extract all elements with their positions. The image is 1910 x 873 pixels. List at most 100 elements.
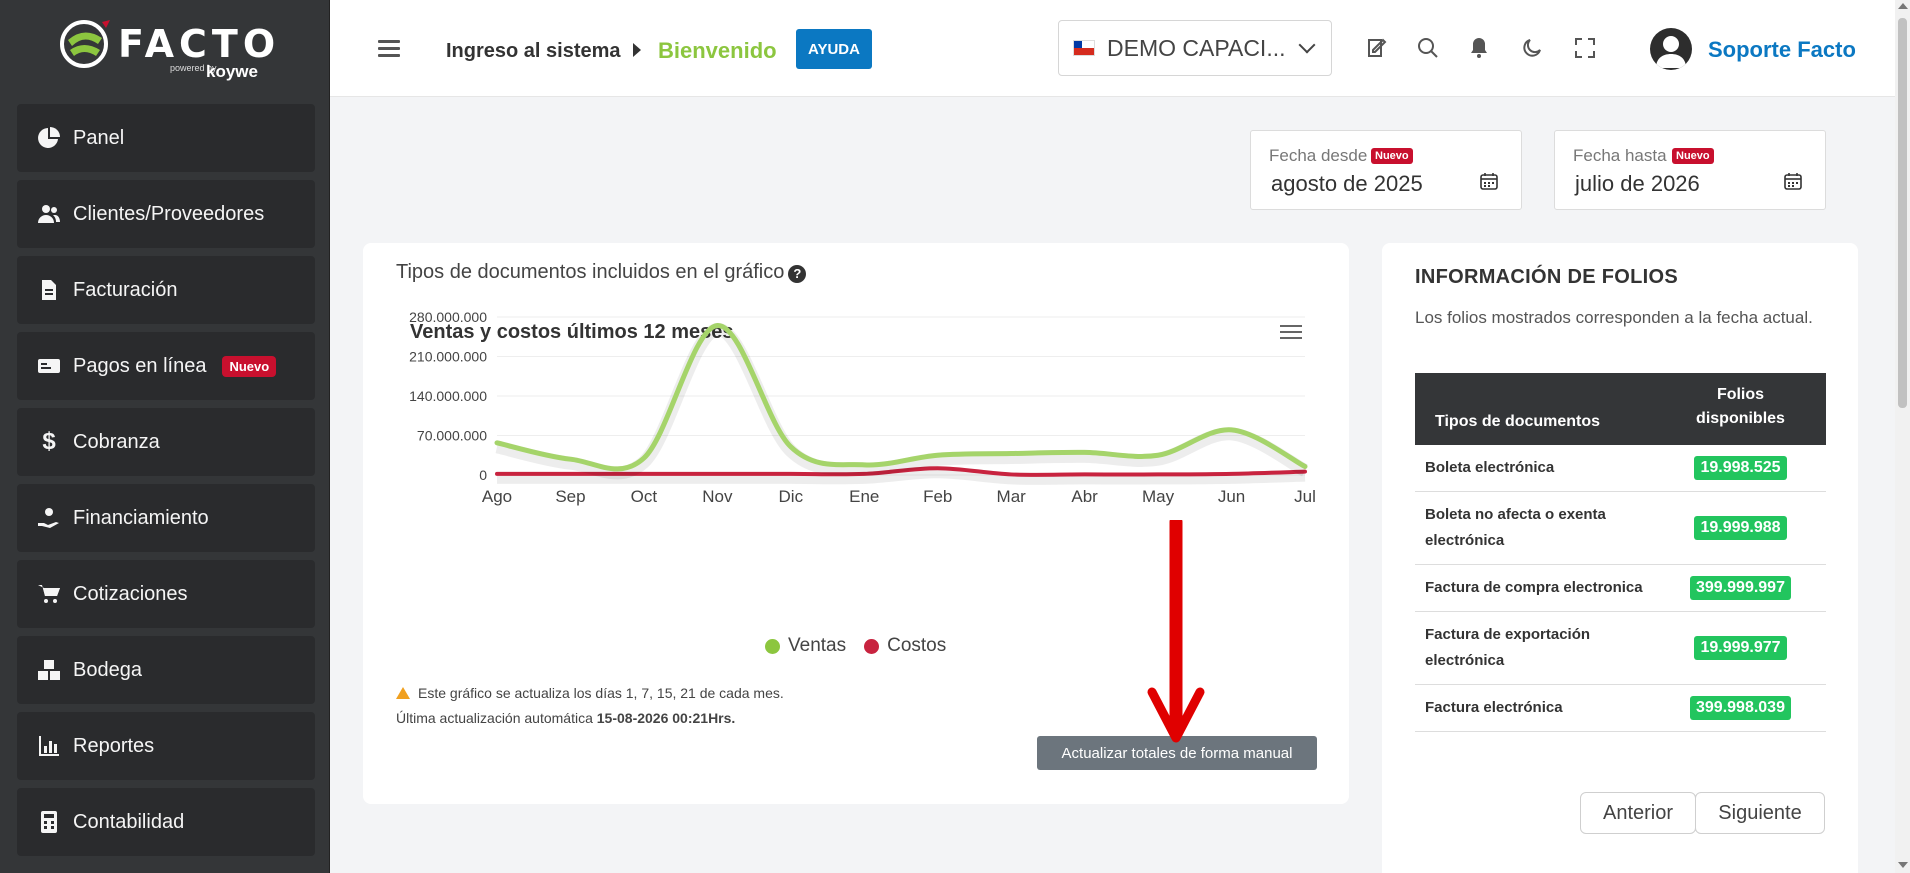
folio-doc-type: Factura de compra electronica: [1415, 564, 1655, 612]
bar-chart-icon: [35, 732, 63, 760]
y-tick-label: 210.000.000: [409, 349, 487, 365]
y-tick-label: 140.000.000: [409, 388, 487, 404]
folio-available-badge: 19.999.988: [1694, 516, 1787, 540]
sidebar-item-bodega[interactable]: Bodega: [17, 636, 315, 704]
calendar-icon[interactable]: [1479, 171, 1499, 191]
sidebar-item-pagos[interactable]: Pagos en línea Nuevo: [17, 332, 315, 400]
x-tick-label: May: [1142, 487, 1175, 506]
x-tick-label: Oct: [631, 487, 658, 506]
date-from-label: Fecha desde: [1269, 146, 1368, 165]
legend-dot: [765, 638, 780, 654]
table-row: Factura de compra electronica 399.999.997: [1415, 564, 1826, 612]
next-page-button[interactable]: Siguiente: [1695, 792, 1825, 834]
sidebar-item-cotizaciones[interactable]: Cotizaciones: [17, 560, 315, 628]
y-tick-label: 0: [479, 467, 487, 483]
facto-logo[interactable]: FACTO powered by koywe: [58, 16, 278, 86]
x-tick-label: Sep: [555, 487, 585, 506]
series-line-ventas: [494, 322, 1308, 472]
folios-table-body: Boleta electrónica 19.998.525 Boleta no af…: [1415, 445, 1826, 732]
sidebar-item-reportes[interactable]: Reportes: [17, 712, 315, 780]
column-header-type[interactable]: Tipos de documentos: [1415, 373, 1655, 445]
date-to-label: Fecha hasta: [1573, 146, 1667, 165]
table-row: Boleta no afecta o exenta electrónica 19.…: [1415, 491, 1826, 565]
folio-available-cell: 19.999.988: [1655, 491, 1826, 565]
page-title: Bienvenido: [658, 38, 777, 63]
legend-item-costos[interactable]: Costos: [864, 635, 946, 657]
top-header: Ingreso al sistema Bienvenido AYUDA DEMO…: [330, 0, 1895, 97]
x-tick-label: Nov: [702, 487, 733, 506]
sidebar-item-label: Cotizaciones: [73, 582, 188, 605]
cart-icon: [35, 580, 63, 608]
date-to-field[interactable]: Fecha hasta Nuevo julio de 2026: [1554, 130, 1826, 210]
folio-available-badge: 19.999.977: [1694, 636, 1787, 660]
fullscreen-icon[interactable]: [1573, 36, 1599, 62]
table-row: Factura de exportación electrónica 19.999…: [1415, 611, 1826, 685]
sidebar-item-label: Panel: [73, 126, 125, 149]
x-tick-label: Dic: [779, 487, 804, 506]
breadcrumb-parent[interactable]: Ingreso al sistema: [446, 40, 621, 63]
sidebar-item-label: Cobranza: [73, 430, 160, 453]
bell-icon[interactable]: [1467, 36, 1493, 62]
legend-label: Ventas: [788, 635, 847, 656]
hand-coin-icon: [35, 504, 63, 532]
sidebar-item-panel[interactable]: Panel: [17, 104, 315, 172]
signature-icon[interactable]: [1365, 36, 1391, 62]
folio-doc-type: Boleta no afecta o exenta electrónica: [1415, 491, 1655, 565]
brand-partner: koywe: [206, 62, 258, 81]
boxes-icon: [35, 656, 63, 684]
date-from-value: agosto de 2025: [1271, 171, 1423, 196]
sidebar-item-label: Reportes: [73, 734, 155, 757]
money-card-icon: [35, 352, 63, 380]
chevron-down-icon: [1298, 36, 1316, 54]
folios-title: INFORMACIÓN DE FOLIOS: [1415, 266, 1678, 288]
x-tick-label: Abr: [1071, 487, 1098, 506]
facto-logo-icon: [60, 20, 110, 68]
help-button[interactable]: AYUDA: [796, 29, 872, 69]
folio-available-badge: 399.998.039: [1690, 696, 1791, 720]
scrollbar-thumb[interactable]: [1898, 18, 1907, 408]
sidebar-item-financiamiento[interactable]: Financiamiento: [17, 484, 315, 552]
y-tick-label: 280.000.000: [409, 309, 487, 325]
legend-label: Costos: [887, 635, 947, 656]
new-badge: Nuevo: [1371, 148, 1413, 164]
scroll-up-icon[interactable]: [1898, 3, 1908, 9]
avatar[interactable]: [1650, 28, 1692, 70]
note-last-update-label: Última actualización automática: [396, 710, 593, 726]
sidebar-item-label: Facturación: [73, 278, 178, 301]
date-from-field[interactable]: Fecha desde Nuevo agosto de 2025: [1250, 130, 1522, 210]
note-last-update-value: 15-08-2026 00:21Hrs.: [596, 710, 736, 726]
sidebar-item-clientes[interactable]: Clientes/Proveedores: [17, 180, 315, 248]
folio-doc-type: Boleta electrónica: [1415, 445, 1655, 492]
x-tick-label: Ago: [482, 487, 512, 506]
column-header-available[interactable]: Folios disponibles: [1655, 373, 1826, 445]
table-row: Factura electrónica 399.998.039: [1415, 684, 1826, 732]
menu-toggle-icon[interactable]: [378, 40, 400, 58]
chile-flag-icon: [1073, 40, 1095, 56]
folio-available-badge: 399.999.997: [1690, 576, 1791, 600]
user-name[interactable]: Soporte Facto: [1708, 37, 1856, 63]
company-select[interactable]: DEMO CAPACI...: [1058, 20, 1332, 76]
y-tick-label: 70.000.000: [417, 428, 487, 444]
moon-icon[interactable]: [1520, 36, 1546, 62]
x-tick-label: Jul: [1294, 487, 1316, 506]
sidebar-item-facturacion[interactable]: Facturación: [17, 256, 315, 324]
scroll-down-icon[interactable]: [1898, 862, 1908, 868]
legend-dot: [864, 638, 880, 654]
prev-page-button[interactable]: Anterior: [1580, 792, 1696, 834]
search-icon[interactable]: [1416, 36, 1442, 62]
calculator-icon: [35, 808, 63, 836]
sidebar-item-contabilidad[interactable]: Contabilidad: [17, 788, 315, 856]
dollar-icon: $: [42, 428, 56, 455]
x-tick-label: Mar: [997, 487, 1027, 506]
calendar-icon[interactable]: [1783, 171, 1803, 191]
sidebar-item-label: Bodega: [73, 658, 142, 681]
pie-chart-icon: [35, 124, 63, 152]
folio-doc-type: Factura de exportación electrónica: [1415, 611, 1655, 685]
sidebar-item-cobranza[interactable]: $ Cobranza: [17, 408, 315, 476]
chart-legend: Ventas Costos: [765, 635, 964, 657]
legend-item-ventas[interactable]: Ventas: [765, 635, 846, 657]
sidebar-item-label: Clientes/Proveedores: [73, 202, 265, 225]
folios-table: Tipos de documentos Folios disponibles Bo…: [1415, 373, 1826, 732]
folios-card: INFORMACIÓN DE FOLIOS Los folios mostrad…: [1382, 243, 1858, 873]
sidebar-item-label: Pagos en línea: [73, 354, 207, 377]
